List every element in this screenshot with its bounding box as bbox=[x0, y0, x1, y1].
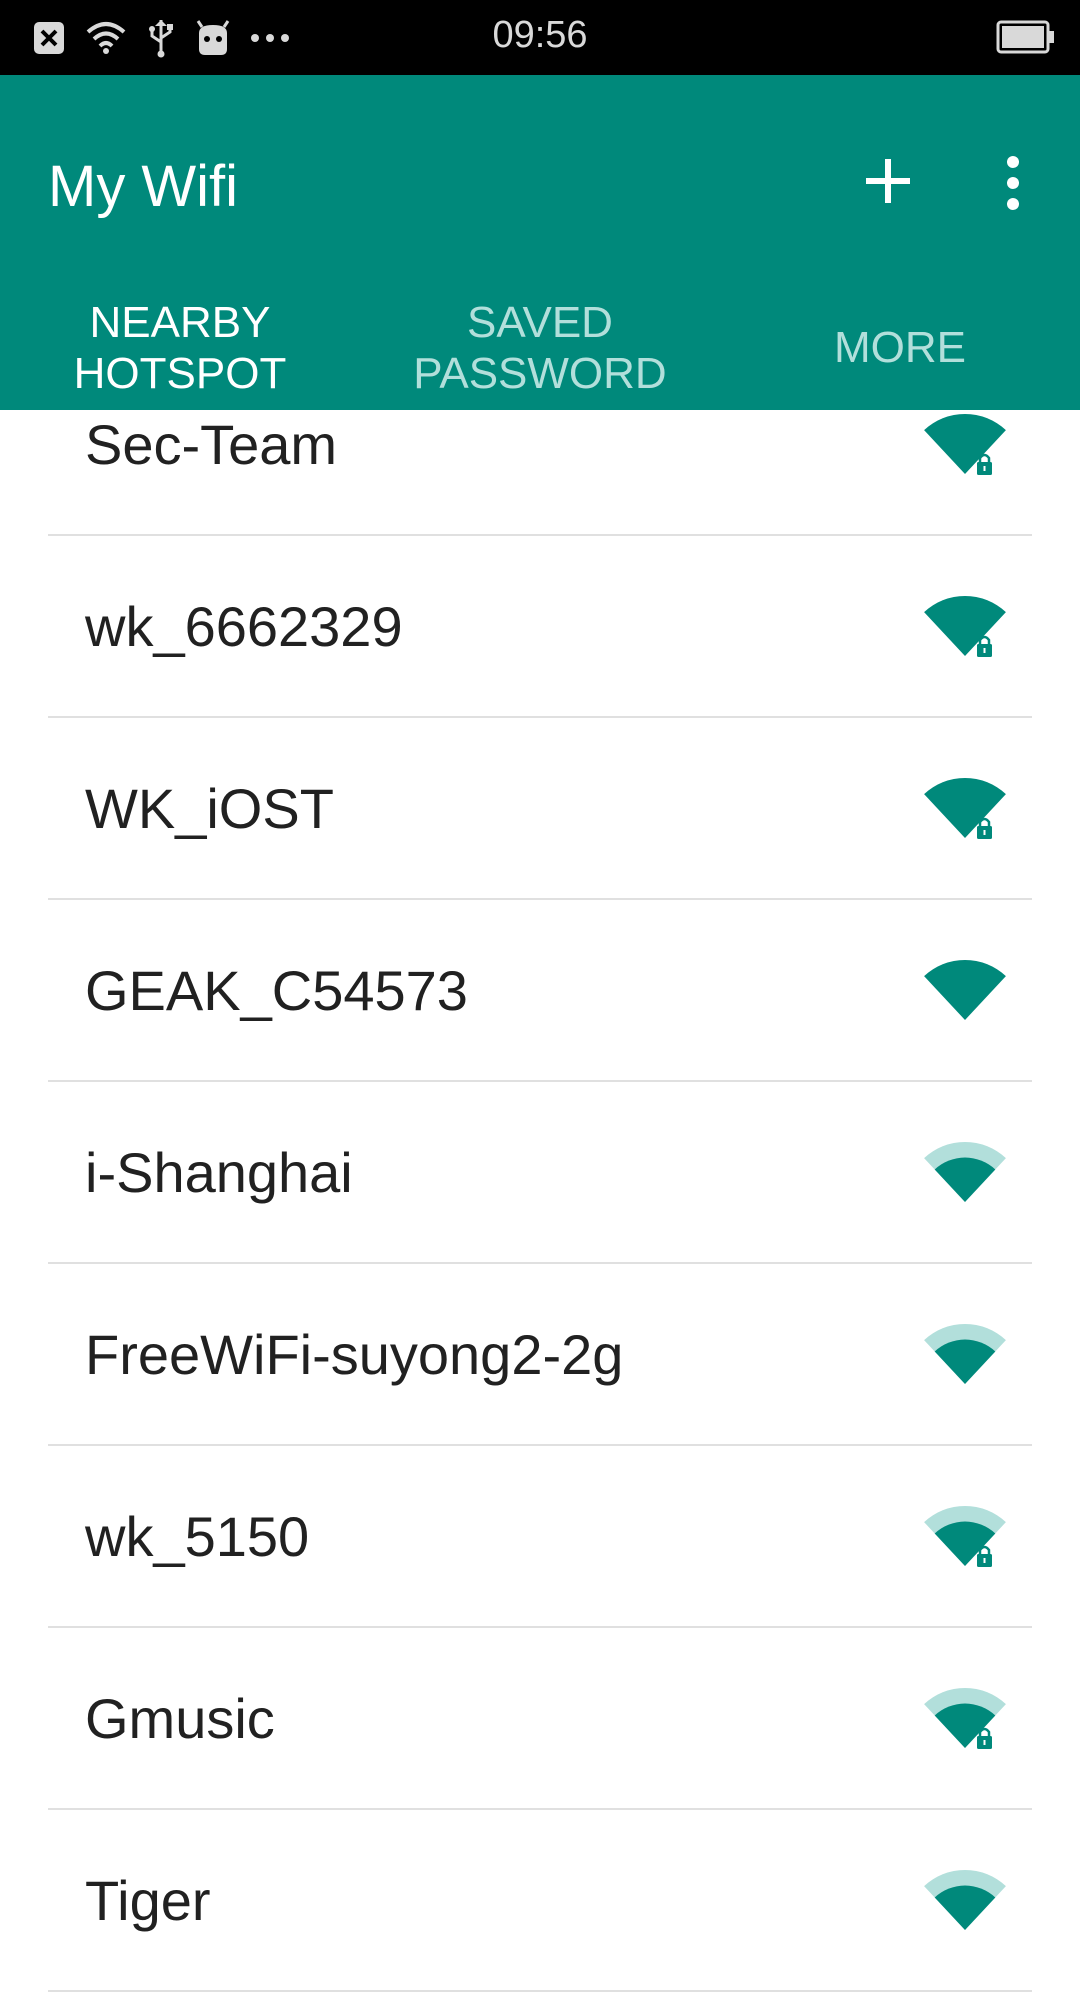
network-name: Tiger bbox=[85, 1869, 211, 1932]
network-row[interactable]: Tiger bbox=[0, 1810, 1080, 1992]
network-name: FreeWiFi-suyong2-2g bbox=[85, 1323, 624, 1386]
network-name: GEAK_C54573 bbox=[85, 959, 468, 1022]
page-title: My Wifi bbox=[48, 154, 239, 219]
network-row[interactable]: i-Shanghai bbox=[0, 1082, 1080, 1264]
network-name: Sec-Team bbox=[85, 413, 338, 476]
wifi-signal-icon bbox=[924, 1869, 1006, 1930]
network-row[interactable]: wk_6662329 bbox=[0, 536, 1080, 718]
wifi-locked-signal-icon bbox=[924, 1687, 1006, 1749]
wifi-signal-icon bbox=[924, 959, 1006, 1020]
network-name: Gmusic bbox=[85, 1687, 275, 1750]
wifi-locked-signal-icon bbox=[924, 777, 1006, 839]
battery-icon bbox=[996, 20, 1054, 54]
status-bar: 09:56 bbox=[0, 0, 1080, 75]
network-row[interactable]: WK_iOST bbox=[0, 718, 1080, 900]
network-row[interactable]: FreeWiFi-suyong2-2g bbox=[0, 1264, 1080, 1446]
wifi-locked-signal-icon bbox=[924, 595, 1006, 657]
network-row[interactable]: wk_5150 bbox=[0, 1446, 1080, 1628]
network-row[interactable]: GEAK_C54573 bbox=[0, 900, 1080, 1082]
network-name: wk_5150 bbox=[85, 1505, 310, 1568]
wifi-signal-icon bbox=[924, 1323, 1006, 1384]
network-name: i-Shanghai bbox=[85, 1141, 353, 1204]
network-row[interactable]: Gmusic bbox=[0, 1628, 1080, 1810]
network-name: wk_6662329 bbox=[85, 595, 403, 658]
plus-icon[interactable] bbox=[862, 155, 914, 207]
network-row[interactable]: Sec-Team bbox=[0, 354, 1080, 536]
overflow-menu-icon[interactable] bbox=[996, 155, 1030, 211]
wifi-signal-icon bbox=[924, 1141, 1006, 1202]
wifi-locked-signal-icon bbox=[924, 1505, 1006, 1567]
network-name: WK_iOST bbox=[85, 777, 334, 840]
status-time: 09:56 bbox=[492, 14, 588, 56]
wifi-locked-signal-icon bbox=[924, 413, 1006, 475]
